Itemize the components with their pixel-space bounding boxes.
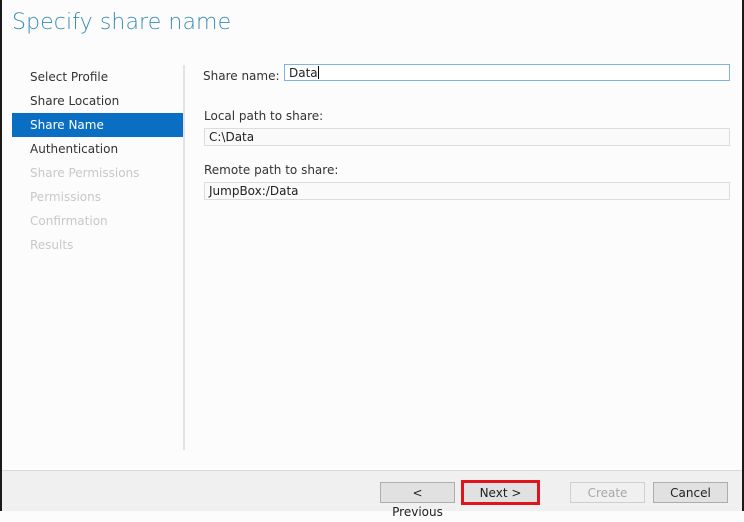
nav-item-share-permissions: Share Permissions xyxy=(30,166,140,180)
previous-button[interactable]: < Previous xyxy=(380,482,455,519)
local-path-field[interactable]: C:\Data xyxy=(204,128,730,146)
nav-item-confirmation: Confirmation xyxy=(30,214,108,228)
cancel-button[interactable]: Cancel xyxy=(653,482,728,503)
nav-item-share-name[interactable]: Share Name xyxy=(12,113,183,137)
wizard-window: Specify share name Select Profile Share … xyxy=(0,0,744,511)
nav-divider xyxy=(183,65,185,450)
wizard-step-list: Select Profile Share Location Share Name… xyxy=(12,65,183,257)
nav-item-authentication[interactable]: Authentication xyxy=(12,137,183,161)
remote-path-label: Remote path to share: xyxy=(204,163,339,177)
nav-item-select-profile[interactable]: Select Profile xyxy=(12,65,183,89)
next-button[interactable]: Next > xyxy=(461,480,540,505)
page-title: Specify share name xyxy=(12,10,232,35)
local-path-label: Local path to share: xyxy=(204,109,324,123)
remote-path-field[interactable]: JumpBox:/Data xyxy=(204,182,730,200)
create-button: Create xyxy=(570,482,645,503)
share-name-label: Share name: xyxy=(203,69,280,83)
nav-item-permissions: Permissions xyxy=(30,190,101,204)
text-caret xyxy=(317,66,319,79)
share-name-input[interactable]: Data xyxy=(284,64,730,81)
nav-item-share-location[interactable]: Share Location xyxy=(12,89,183,113)
share-name-value: Data xyxy=(289,66,318,80)
nav-item-results: Results xyxy=(30,238,74,252)
